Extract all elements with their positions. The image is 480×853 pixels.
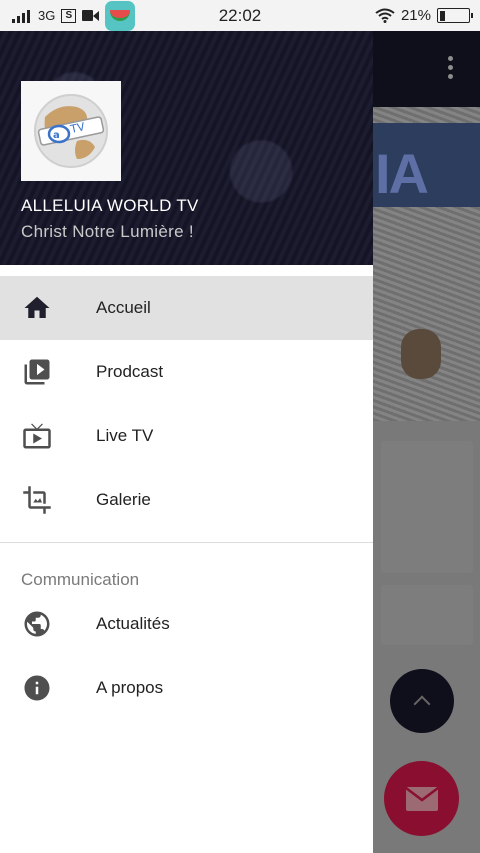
hero-figure xyxy=(401,329,441,379)
menu-item-label: Actualités xyxy=(96,614,170,633)
app-title: ALLELUIA WORLD TV xyxy=(21,196,199,215)
playlist-play-icon xyxy=(24,359,50,385)
gallery-icon xyxy=(23,486,51,514)
menu-item-label: Galerie xyxy=(96,490,151,509)
more-options-icon[interactable] xyxy=(448,56,454,79)
live-tv-icon xyxy=(23,423,51,449)
drawer-header: a TV ALLELUIA WORLD TV Christ Notre Lumi… xyxy=(0,31,373,265)
svg-text:a: a xyxy=(53,130,60,141)
menu-item-label: A propos xyxy=(96,678,164,697)
menu-item-label: Accueil xyxy=(96,298,151,317)
info-icon xyxy=(24,675,50,701)
navigation-drawer: a TV ALLELUIA WORLD TV Christ Notre Lumi… xyxy=(0,31,373,853)
content-card xyxy=(381,441,473,573)
app-toolbar xyxy=(373,31,480,107)
signal-icon xyxy=(12,9,30,23)
hero-banner-text: IA xyxy=(375,142,429,205)
home-icon xyxy=(24,296,50,318)
menu-item-galerie[interactable]: Galerie xyxy=(0,468,373,532)
menu-item-prodcast[interactable]: Prodcast xyxy=(0,340,373,404)
background-app-scrim[interactable]: IA xyxy=(373,31,480,853)
status-bar: 3G S 22:02 21% xyxy=(0,0,480,31)
video-camera-icon xyxy=(82,10,100,21)
menu-item-label: Live TV xyxy=(96,426,154,445)
menu-item-actualites[interactable]: Actualités xyxy=(0,592,373,656)
contact-mail-button[interactable] xyxy=(384,761,459,836)
channel-logo: a TV xyxy=(21,81,121,181)
app-subtitle: Christ Notre Lumière ! xyxy=(21,222,194,241)
drawer-menu: Accueil Prodcast Live TV Galerie Communi… xyxy=(0,265,373,720)
battery-icon xyxy=(437,8,473,23)
battery-percent: 21% xyxy=(400,7,431,24)
watermelon-app-icon xyxy=(105,0,136,31)
network-type: 3G xyxy=(38,8,56,23)
content-card xyxy=(381,585,473,645)
scroll-top-button[interactable] xyxy=(390,669,454,733)
section-header-communication: Communication xyxy=(21,570,140,589)
menu-item-label: Prodcast xyxy=(96,362,164,381)
globe-icon xyxy=(24,611,50,637)
hero-banner: IA xyxy=(373,123,480,207)
mail-icon xyxy=(404,786,439,811)
menu-item-accueil[interactable]: Accueil xyxy=(0,276,373,340)
globe-logo-icon: a TV xyxy=(34,94,108,168)
chevron-up-icon xyxy=(413,695,431,713)
menu-item-live-tv[interactable]: Live TV xyxy=(0,404,373,468)
hero-image: IA xyxy=(373,107,480,421)
sim-icon: S xyxy=(61,8,77,23)
wifi-icon xyxy=(375,8,395,23)
menu-item-a-propos[interactable]: A propos xyxy=(0,656,373,720)
